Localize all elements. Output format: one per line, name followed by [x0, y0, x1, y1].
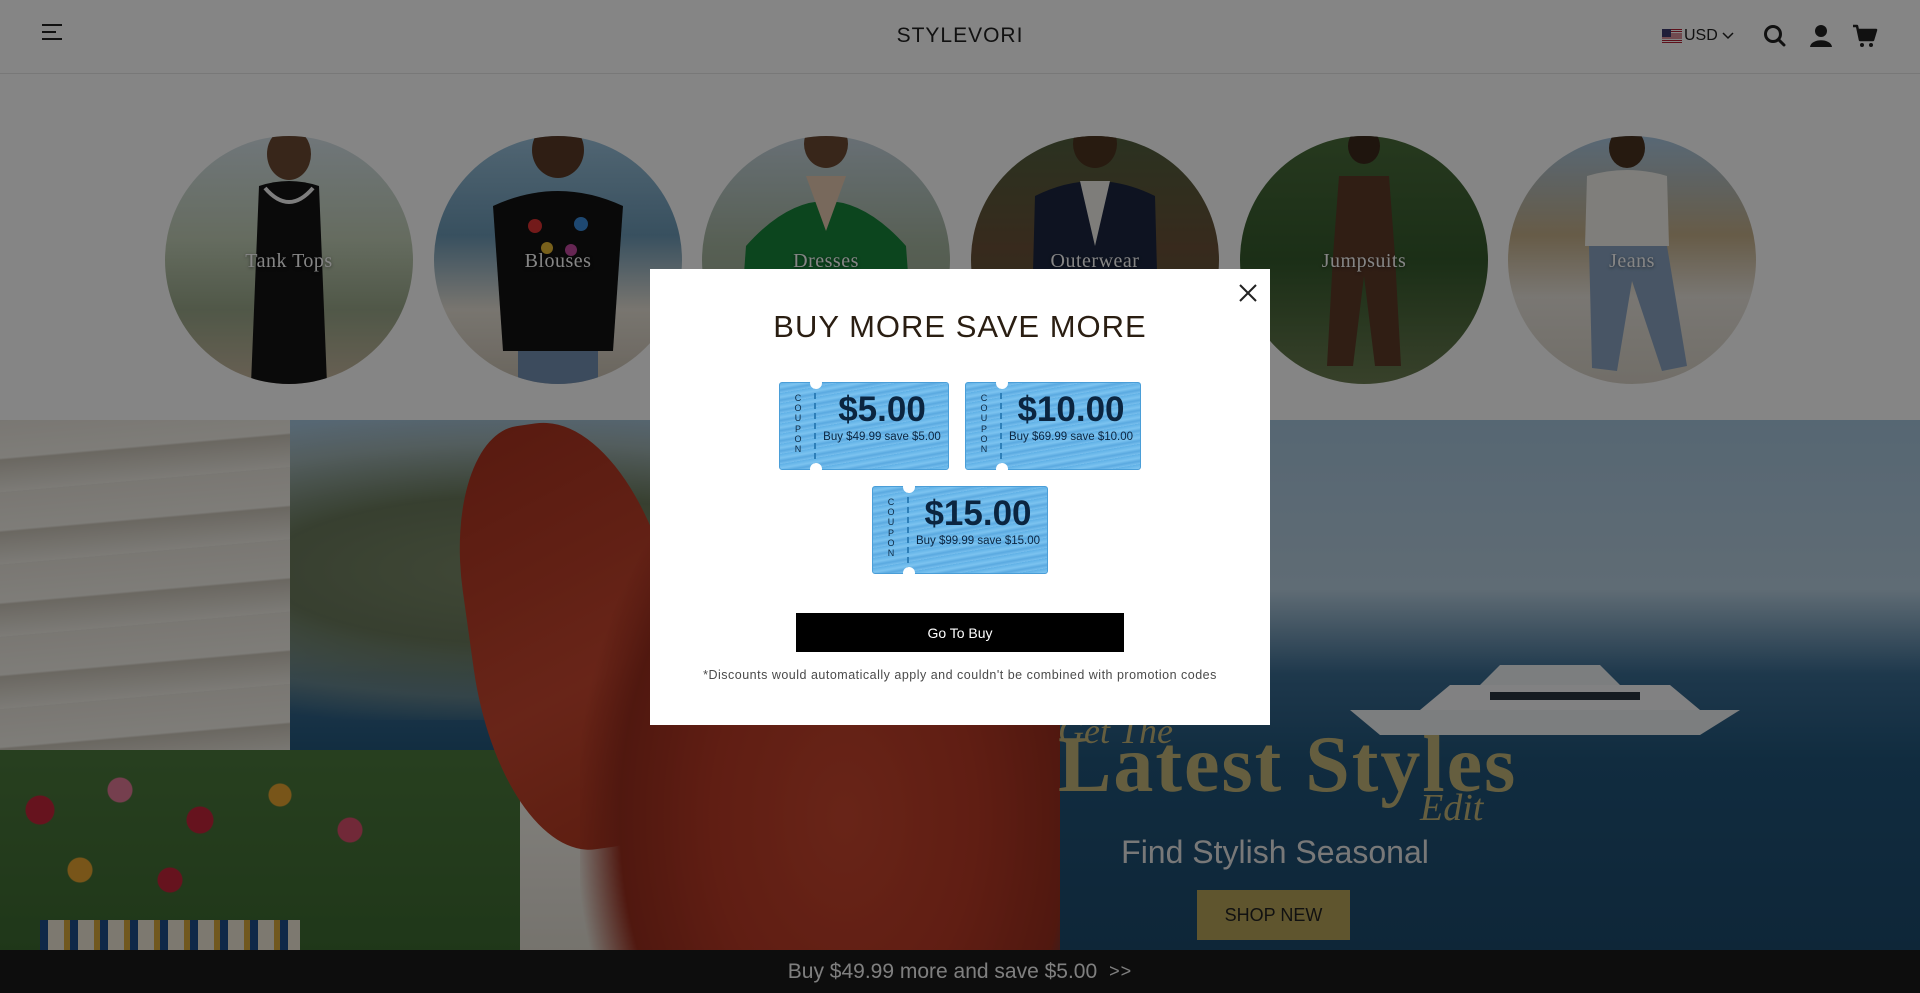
- go-to-buy-button[interactable]: Go To Buy: [796, 613, 1124, 652]
- coupon-stub: COUPON: [780, 383, 816, 469]
- coupon-stub-label: COUPON: [887, 497, 895, 559]
- coupon-description: Buy $49.99 save $5.00: [823, 431, 941, 443]
- coupon-15[interactable]: COUPON $15.00 Buy $99.99 save $15.00: [872, 481, 1048, 579]
- close-icon[interactable]: [1236, 281, 1260, 305]
- coupon-stub-label: COUPON: [980, 393, 988, 455]
- coupon-description: Buy $69.99 save $10.00: [1008, 431, 1134, 443]
- coupon-stub: COUPON: [873, 487, 909, 573]
- coupon-5[interactable]: COUPON $5.00 Buy $49.99 save $5.00: [779, 377, 949, 475]
- modal-title: BUY MORE SAVE MORE: [773, 309, 1147, 344]
- coupon-amount: $15.00: [924, 494, 1032, 533]
- coupon-amount: $10.00: [1017, 390, 1125, 429]
- coupon-stub: COUPON: [966, 383, 1002, 469]
- discount-note: *Discounts would automatically apply and…: [703, 668, 1217, 682]
- coupon-10[interactable]: COUPON $10.00 Buy $69.99 save $10.00: [965, 377, 1141, 475]
- coupon-amount: $5.00: [838, 390, 926, 429]
- promo-modal: BUY MORE SAVE MORE COUPON $5.00 Buy $49.…: [650, 269, 1270, 725]
- coupon-description: Buy $99.99 save $15.00: [915, 535, 1041, 547]
- coupon-stub-label: COUPON: [794, 393, 802, 455]
